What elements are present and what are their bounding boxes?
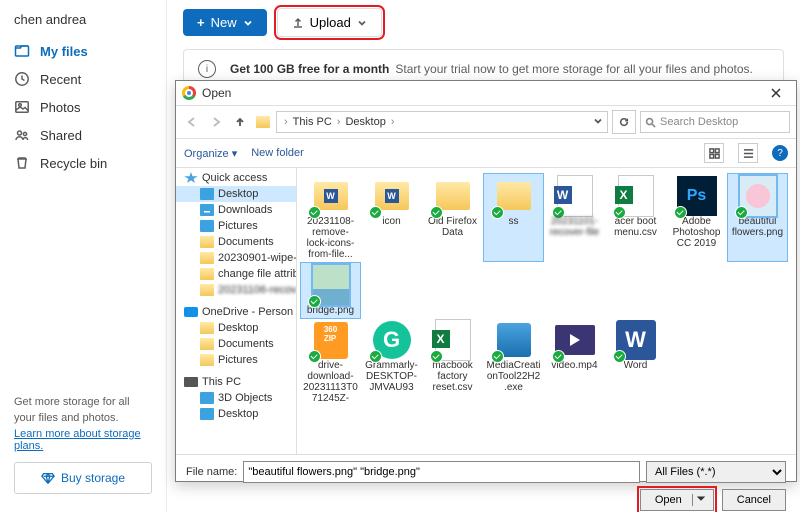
nav-label: Shared — [40, 128, 82, 143]
diamond-icon — [41, 471, 55, 485]
breadcrumb[interactable]: › This PC › Desktop › — [276, 111, 608, 133]
chevron-down-icon — [357, 18, 367, 28]
new-button[interactable]: + New — [183, 9, 267, 36]
filename-label: File name: — [186, 466, 237, 478]
nav-back-button[interactable] — [182, 112, 202, 132]
file-item[interactable]: icon — [362, 174, 421, 261]
search-icon — [645, 117, 656, 128]
tree-thispc[interactable]: This PC — [176, 374, 296, 390]
folder-icon — [256, 116, 270, 128]
nav-my-files[interactable]: My files — [0, 37, 166, 65]
info-icon: i — [198, 60, 216, 78]
file-item[interactable]: acer boot menu.csv — [606, 174, 665, 261]
file-item[interactable]: PsAdobe Photoshop CC 2019 — [667, 174, 726, 261]
open-button[interactable]: Open — [640, 489, 714, 511]
info-title: Get 100 GB free for a month — [230, 62, 389, 76]
file-item[interactable]: 360ZIPdrive-download-20231113T071245Z-00… — [301, 318, 360, 405]
tree-desktop[interactable]: Desktop — [176, 186, 296, 202]
open-dialog: Open › This PC › Desktop › — [175, 80, 797, 482]
view-thumbs-button[interactable] — [704, 143, 724, 163]
file-item[interactable]: video.mp4 — [545, 318, 604, 405]
plus-icon: + — [197, 15, 205, 30]
recycle-icon — [14, 155, 30, 171]
tree-od-desktop[interactable]: Desktop — [176, 320, 296, 336]
chevron-down-icon[interactable] — [593, 116, 603, 129]
dialog-title: Open — [202, 86, 231, 100]
filter-select[interactable]: All Files (*.*) — [646, 461, 786, 483]
chevron-down-icon — [243, 18, 253, 28]
tree-folder1[interactable]: 20230901-wipe-r — [176, 250, 296, 266]
nav-forward-button[interactable] — [206, 112, 226, 132]
sidebar: chen andrea My files Recent Photos Share… — [0, 0, 167, 512]
bc-desktop[interactable]: Desktop — [345, 116, 385, 128]
refresh-button[interactable] — [612, 110, 636, 134]
nav-recycle[interactable]: Recycle bin — [0, 149, 166, 177]
tree-onedrive[interactable]: OneDrive - Person — [176, 304, 296, 320]
chrome-icon — [182, 86, 196, 100]
clock-icon — [14, 71, 30, 87]
upload-icon — [292, 17, 304, 29]
file-item[interactable]: ss — [484, 174, 543, 261]
tree-quick-access[interactable]: Quick access — [176, 170, 296, 186]
search-input[interactable]: Search Desktop — [640, 111, 790, 133]
file-item[interactable]: 20231101-recover-file — [545, 174, 604, 261]
tree-3d[interactable]: 3D Objects — [176, 390, 296, 406]
storage-prompt: Get more storage for all your files and … — [14, 395, 152, 426]
new-folder-button[interactable]: New folder — [251, 147, 304, 159]
upload-button[interactable]: Upload — [277, 8, 382, 37]
nav-label: Recent — [40, 72, 81, 87]
nav-label: Photos — [40, 100, 80, 115]
nav-shared[interactable]: Shared — [0, 121, 166, 149]
file-item-selected[interactable]: bridge.png — [301, 263, 360, 318]
view-list-button[interactable] — [738, 143, 758, 163]
upload-label: Upload — [310, 15, 351, 30]
nav-label: My files — [40, 44, 88, 59]
cancel-button[interactable]: Cancel — [722, 489, 786, 511]
organize-button[interactable]: Organize ▾ — [184, 147, 237, 160]
file-item[interactable]: macbook factory reset.csv — [423, 318, 482, 405]
buy-storage-label: Buy storage — [61, 471, 125, 485]
new-label: New — [211, 15, 237, 30]
file-item[interactable]: GGrammarly-DESKTOP-JMVAU93 — [362, 318, 421, 405]
file-item[interactable]: WWord — [606, 318, 665, 405]
tree-documents[interactable]: Documents — [176, 234, 296, 250]
tree-folder2[interactable]: change file attrib — [176, 266, 296, 282]
search-placeholder: Search Desktop — [660, 116, 738, 128]
folder-tree: Quick access Desktop Downloads Pictures … — [176, 168, 297, 454]
tree-folder3[interactable]: 20231106-recov — [176, 282, 296, 298]
help-button[interactable]: ? — [772, 145, 788, 161]
nav-recent[interactable]: Recent — [0, 65, 166, 93]
file-item-selected[interactable]: beautiful flowers.png — [728, 174, 787, 261]
nav-photos[interactable]: Photos — [0, 93, 166, 121]
filename-input[interactable] — [243, 461, 640, 483]
buy-storage-button[interactable]: Buy storage — [14, 462, 152, 494]
files-icon — [14, 43, 30, 59]
file-item[interactable]: MediaCreationTool22H2.exe — [484, 318, 543, 405]
file-list: 20231108-remove-lock-icons-from-file... … — [297, 168, 796, 454]
file-item[interactable]: Old Firefox Data — [423, 174, 482, 261]
file-item[interactable]: 20231108-remove-lock-icons-from-file... — [301, 174, 360, 261]
chevron-down-icon[interactable] — [692, 494, 709, 506]
tree-od-pictures[interactable]: Pictures — [176, 352, 296, 368]
nav-label: Recycle bin — [40, 156, 107, 171]
tree-downloads[interactable]: Downloads — [176, 202, 296, 218]
info-text: Start your trial now to get more storage… — [395, 62, 753, 76]
tree-pictures[interactable]: Pictures — [176, 218, 296, 234]
bc-thispc[interactable]: This PC — [293, 116, 332, 128]
storage-link[interactable]: Learn more about storage plans. — [14, 428, 152, 452]
tree-pc-desktop[interactable]: Desktop — [176, 406, 296, 422]
close-button[interactable] — [762, 83, 790, 103]
shared-icon — [14, 127, 30, 143]
user-name: chen andrea — [0, 8, 166, 31]
tree-od-documents[interactable]: Documents — [176, 336, 296, 352]
toolbar: + New Upload — [183, 8, 784, 37]
nav-up-button[interactable] — [230, 112, 250, 132]
photos-icon — [14, 99, 30, 115]
